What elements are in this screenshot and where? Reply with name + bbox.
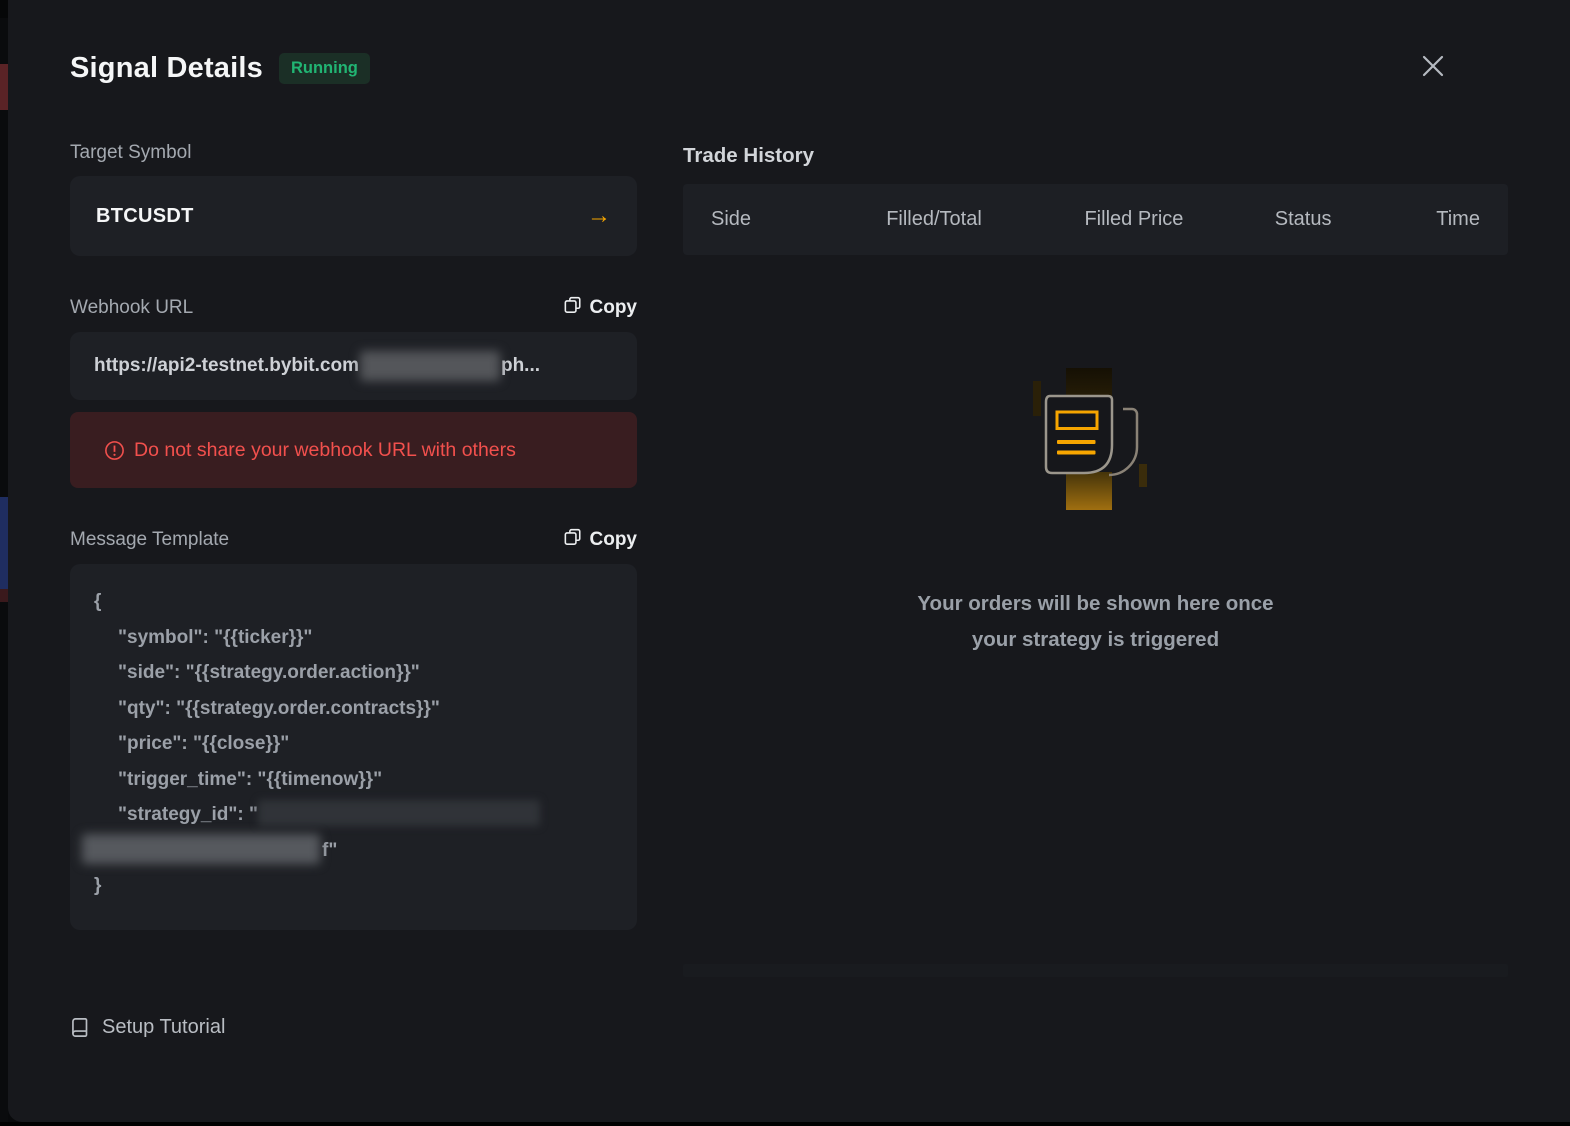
screen: Signal Details Running Target Symbol BTC… xyxy=(0,0,1570,1126)
code-line: { xyxy=(94,584,613,620)
modal-header: Signal Details Running xyxy=(70,46,1508,90)
trade-history-title: Trade History xyxy=(683,144,1508,168)
close-button[interactable] xyxy=(1416,50,1450,84)
warning-text: Do not share your webhook URL with other… xyxy=(134,439,516,462)
trade-history-column: Trade History SideFilled/TotalFilled Pri… xyxy=(683,142,1508,1039)
empty-orders-illustration xyxy=(996,355,1196,530)
redacted-text xyxy=(82,834,320,864)
webhook-warning-banner: Do not share your webhook URL with other… xyxy=(70,412,637,488)
column-header-filled-price: Filled Price xyxy=(1034,208,1234,231)
status-badge: Running xyxy=(279,53,370,84)
copy-icon xyxy=(564,296,582,320)
trade-history-header-row: SideFilled/TotalFilled PriceStatusTime xyxy=(683,184,1508,255)
copy-icon xyxy=(564,528,582,552)
column-header-status: Status xyxy=(1234,208,1372,231)
target-symbol-field[interactable]: BTCUSDT → xyxy=(70,176,637,256)
code-line: "symbol": "{{ticker}}" xyxy=(94,620,613,656)
warning-icon xyxy=(104,440,125,461)
modal-body: Target Symbol BTCUSDT → Webhook URL Copy… xyxy=(70,142,1508,1039)
message-template-label: Message Template xyxy=(70,529,229,551)
trade-history-empty-state: Your orders will be shown here once your… xyxy=(683,255,1508,658)
background-fragment-blue xyxy=(0,497,8,589)
code-line: "price": "{{close}}" xyxy=(94,726,613,762)
setup-tutorial-label: Setup Tutorial xyxy=(102,1016,225,1039)
webhook-url-prefix: https://api2-testnet.bybit.com xyxy=(94,355,359,377)
column-header-filled-total: Filled/Total xyxy=(834,208,1034,231)
copy-webhook-url-button[interactable]: Copy xyxy=(564,296,638,320)
webhook-url-field: https://api2-testnet.bybit.com ph... xyxy=(70,332,637,400)
code-line: "side": "{{strategy.order.action}}" xyxy=(94,655,613,691)
signal-details-modal: Signal Details Running Target Symbol BTC… xyxy=(8,0,1570,1122)
background-fragment xyxy=(0,0,8,18)
message-template-code: {"symbol": "{{ticker}}""side": "{{strate… xyxy=(70,564,637,930)
webhook-url-suffix: ph... xyxy=(501,355,540,377)
target-symbol-label: Target Symbol xyxy=(70,142,637,164)
background-fragment-red xyxy=(0,64,8,110)
copy-label: Copy xyxy=(590,529,638,551)
table-footer-strip xyxy=(683,964,1508,977)
close-icon xyxy=(1418,51,1448,84)
code-line: } xyxy=(94,868,613,904)
redacted-text xyxy=(258,800,540,826)
setup-tutorial-link[interactable]: Setup Tutorial xyxy=(70,1016,225,1039)
code-line: "qty": "{{strategy.order.contracts}}" xyxy=(94,691,613,727)
page-title: Signal Details xyxy=(70,52,263,85)
redacted-text xyxy=(360,351,500,381)
code-line: f" xyxy=(82,833,613,869)
background-page-sliver xyxy=(0,0,8,1126)
copy-template-button[interactable]: Copy xyxy=(564,528,638,552)
empty-state-text: Your orders will be shown here once your… xyxy=(917,586,1273,658)
target-symbol-value: BTCUSDT xyxy=(96,205,194,228)
empty-state-line2: your strategy is triggered xyxy=(917,622,1273,658)
book-icon xyxy=(70,1017,91,1038)
code-line: "trigger_time": "{{timenow}}" xyxy=(94,762,613,798)
code-line: "strategy_id": " xyxy=(94,797,613,833)
webhook-url-label: Webhook URL xyxy=(70,297,193,319)
column-header-side: Side xyxy=(711,208,834,231)
signal-config-column: Target Symbol BTCUSDT → Webhook URL Copy… xyxy=(70,142,637,1039)
background-bottom-gap xyxy=(0,1122,1570,1126)
copy-label: Copy xyxy=(590,297,638,319)
empty-state-line1: Your orders will be shown here once xyxy=(917,586,1273,622)
column-header-time: Time xyxy=(1372,208,1480,231)
background-fragment-darkred xyxy=(0,589,8,602)
arrow-right-icon: → xyxy=(587,204,611,228)
